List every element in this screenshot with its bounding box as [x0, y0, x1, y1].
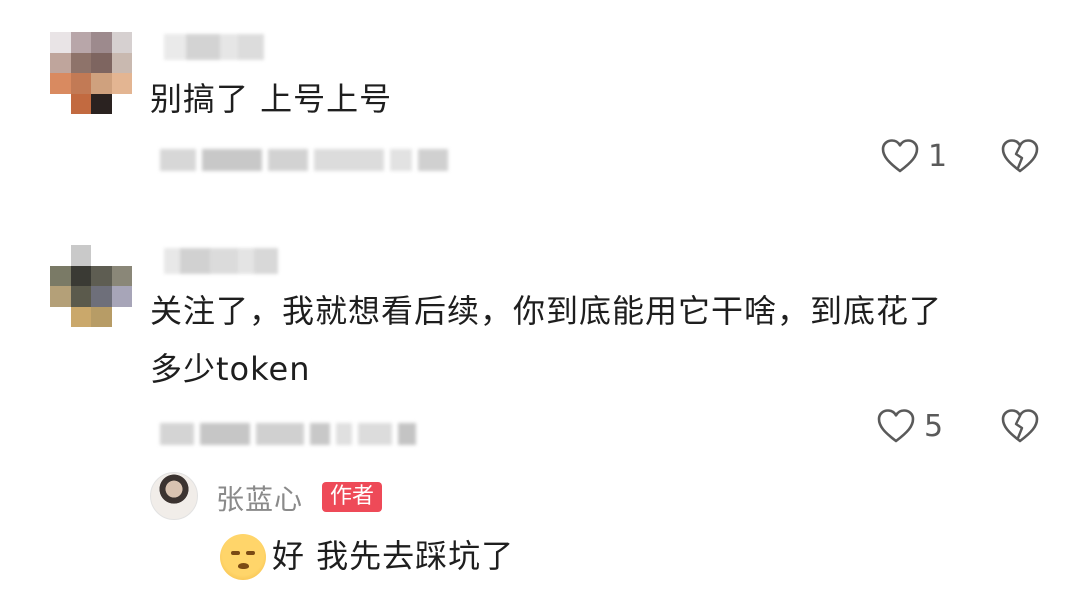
username-redacted[interactable]: [164, 248, 278, 274]
like-count: 5: [924, 408, 944, 444]
comment-text: 别搞了 上号上号: [150, 80, 393, 118]
dislike-button[interactable]: [1000, 408, 1040, 444]
heart-outline-icon: [876, 408, 916, 444]
comment-meta-redacted: [160, 420, 422, 448]
like-button[interactable]: 1: [880, 138, 947, 174]
avatar[interactable]: [50, 245, 132, 327]
avatar[interactable]: [50, 32, 132, 114]
like-count: 1: [928, 138, 948, 174]
author-badge: 作者: [322, 482, 383, 512]
broken-heart-icon: [1000, 138, 1040, 174]
heart-outline-icon: [880, 138, 920, 174]
author-avatar[interactable]: [150, 472, 198, 520]
comment-meta-redacted: [160, 146, 454, 174]
dislike-button[interactable]: [1000, 138, 1040, 174]
reply-text: 好 我先去踩坑了: [272, 537, 515, 575]
broken-heart-icon: [1000, 408, 1040, 444]
username-redacted[interactable]: [164, 34, 264, 60]
like-button[interactable]: 5: [876, 408, 943, 444]
grinning-face-emoji-icon: [220, 534, 266, 580]
author-name[interactable]: 张蓝心: [216, 478, 303, 518]
comment-text: 关注了，我就想看后续，你到底能用它干啥，到底花了 多少token: [150, 292, 943, 388]
